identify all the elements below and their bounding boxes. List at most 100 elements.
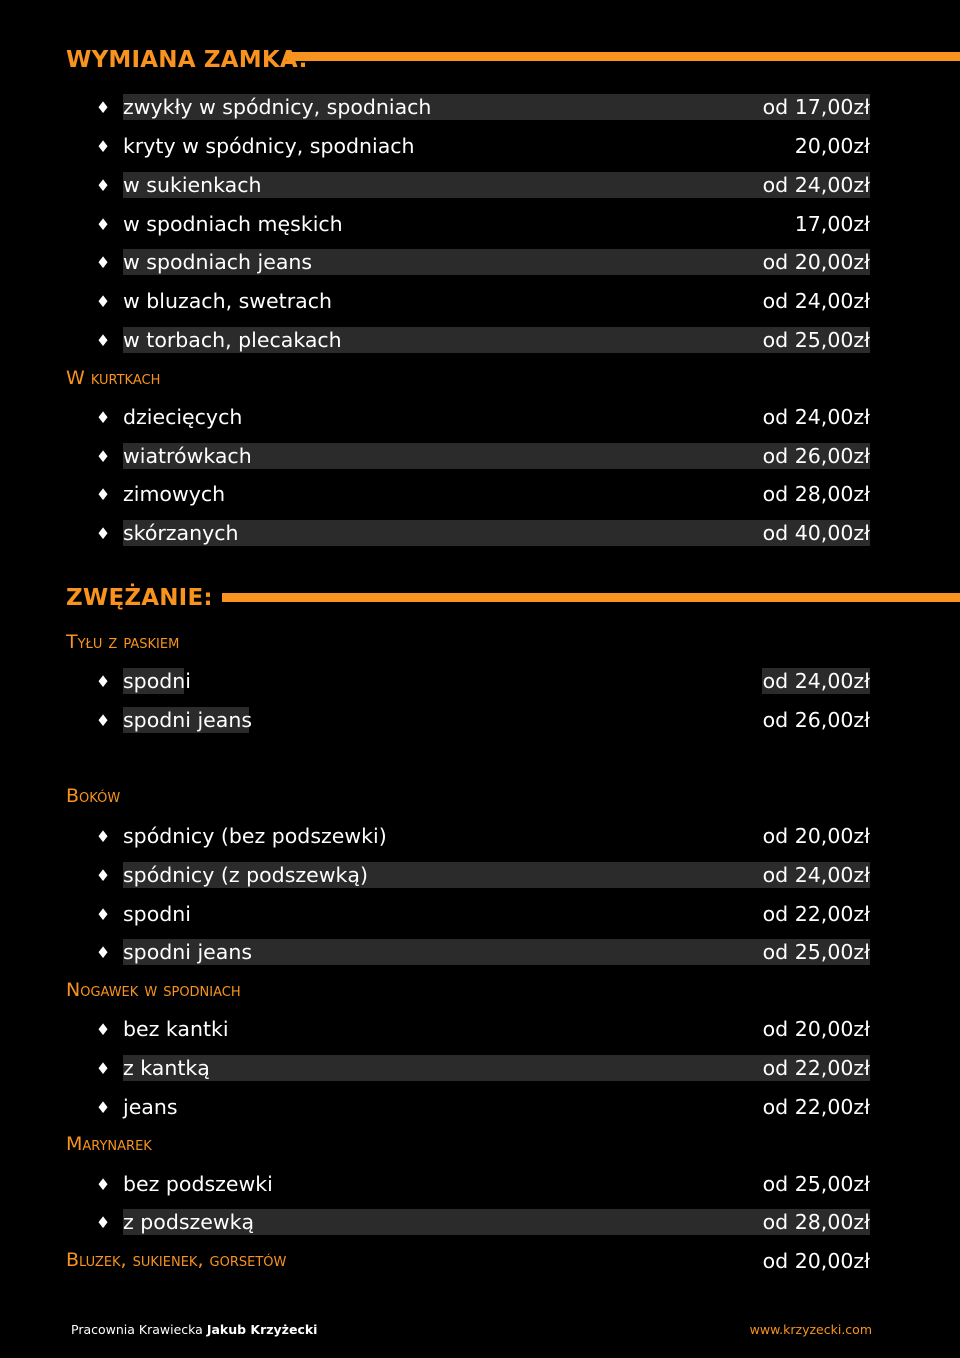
service-name: spódnicy (z podszewką) [123,863,368,887]
diamond-icon: ♦ [95,523,111,543]
diamond-icon: ♦ [95,710,111,730]
service-name: w bluzach, swetrach [123,289,332,313]
service-name: z kantką [123,1056,210,1080]
section-heading-zwezanie: ZWĘŻANIE: [66,578,213,618]
service-price: od 24,00zł [762,405,870,429]
footer-company-prefix: Pracownia Krawiecka [71,1322,203,1337]
price-row: ♦ bez podszewki od 25,00zł [96,1171,870,1197]
diamond-icon: ♦ [95,484,111,504]
diamond-icon: ♦ [95,330,111,350]
service-price: 17,00zł [794,212,870,236]
diamond-icon: ♦ [95,407,111,427]
section-divider-line [222,593,960,602]
diamond-icon: ♦ [95,942,111,962]
diamond-icon: ♦ [95,1097,111,1117]
price-row: ♦ w spodniach męskich 17,00zł [96,211,870,237]
diamond-icon: ♦ [95,1174,111,1194]
service-name: skórzanych [123,521,239,545]
service-name: zwykły w spódnicy, spodniach [123,95,432,119]
price-row: ♦ kryty w spódnicy, spodniach 20,00zł [96,133,870,159]
service-name: spodni jeans [123,708,252,732]
diamond-icon: ♦ [95,214,111,234]
section-heading-wymiana-zamka: WYMIANA ZAMKA: [66,40,308,80]
service-price: od 24,00zł [762,863,870,887]
row-shade [123,1055,870,1081]
price-row: ♦ spódnicy (z podszewką) od 24,00zł [96,862,870,888]
service-name: z podszewką [123,1210,255,1234]
service-price: od 20,00zł [762,1017,870,1041]
price-row: ♦ w bluzach, swetrach od 24,00zł [96,288,870,314]
service-name: jeans [123,1095,178,1119]
service-price: od 25,00zł [762,940,870,964]
price-row: ♦ z kantką od 22,00zł [96,1055,870,1081]
price-row: ♦ dziecięcych od 24,00zł [96,404,870,430]
service-price: od 20,00zł [762,824,870,848]
service-price: od 40,00zł [762,521,870,545]
footer-owner-name: Jakub Krzyżecki [206,1322,318,1337]
service-price: od 28,00zł [762,482,870,506]
subheading-bokow: Boków [66,785,121,807]
service-price: od 25,00zł [762,328,870,352]
service-name: zimowych [123,482,226,506]
diamond-icon: ♦ [95,252,111,272]
service-price: od 24,00zł [762,173,870,197]
service-price: od 26,00zł [762,444,870,468]
price-row: ♦ zwykły w spódnicy, spodniach od 17,00z… [96,94,870,120]
service-name: kryty w spódnicy, spodniach [123,134,415,158]
price-row: ♦ jeans od 22,00zł [96,1094,870,1120]
diamond-icon: ♦ [95,136,111,156]
diamond-icon: ♦ [95,671,111,691]
service-price: od 24,00zł [762,289,870,313]
service-price: 20,00zł [794,134,870,158]
diamond-icon: ♦ [95,97,111,117]
service-name: w spodniach jeans [123,250,313,274]
service-price: od 25,00zł [762,1172,870,1196]
price-row: ♦ spodni jeans od 25,00zł [96,939,870,965]
subheading-tylu: Tyłu z paskiem [66,631,180,653]
price-row: ♦ z podszewką od 28,00zł [96,1209,870,1235]
price-row: ♦ skórzanych od 40,00zł [96,520,870,546]
price-row: ♦ zimowych od 28,00zł [96,481,870,507]
service-name: spodni [123,669,191,693]
subheading-kurtki: W kurtkach [66,367,161,389]
subheading-marynarek: Marynarek [66,1133,152,1155]
diamond-icon: ♦ [95,446,111,466]
service-price: od 22,00zł [762,902,870,926]
diamond-icon: ♦ [95,1212,111,1232]
price-row: ♦ w sukienkach od 24,00zł [96,172,870,198]
service-name: spodni [123,902,191,926]
section-divider-line [287,52,960,61]
diamond-icon: ♦ [95,291,111,311]
diamond-icon: ♦ [95,175,111,195]
service-name: spodni jeans [123,940,252,964]
price-row: ♦ wiatrówkach od 26,00zł [96,443,870,469]
service-price: od 22,00zł [762,1056,870,1080]
price-row: ♦ spodni od 22,00zł [96,901,870,927]
diamond-icon: ♦ [95,1019,111,1039]
service-name: w spodniach męskich [123,212,343,236]
section-title: ZWĘŻANIE: [66,585,213,611]
service-price: od 20,00zł [762,250,870,274]
service-name: dziecięcych [123,405,243,429]
diamond-icon: ♦ [95,1058,111,1078]
service-price: od 17,00zł [762,95,870,119]
service-name: w torbach, plecakach [123,328,342,352]
footer-company: Pracownia Krawiecka Jakub Krzyżecki [71,1322,317,1337]
price-row: ♦ spodni od 24,00zł [96,668,870,694]
service-price: od 28,00zł [762,1210,870,1234]
diamond-icon: ♦ [95,826,111,846]
diamond-icon: ♦ [95,865,111,885]
price-row: ♦ spodni jeans od 26,00zł [96,707,870,733]
service-name: wiatrówkach [123,444,252,468]
price-row: ♦ bez kantki od 20,00zł [96,1016,870,1042]
price-row: ♦ w torbach, plecakach od 25,00zł [96,327,870,353]
service-name: bez kantki [123,1017,229,1041]
service-price: od 24,00zł [762,669,870,693]
diamond-icon: ♦ [95,904,111,924]
service-name: w sukienkach [123,173,262,197]
footer-website-link[interactable]: www.krzyzecki.com [750,1322,872,1337]
price-row: od 20,00zł [96,1248,870,1274]
service-price: od 20,00zł [762,1249,870,1273]
price-row: ♦ spódnicy (bez podszewki) od 20,00zł [96,823,870,849]
subheading-nogawek: Nogawek w spodniach [66,979,241,1001]
